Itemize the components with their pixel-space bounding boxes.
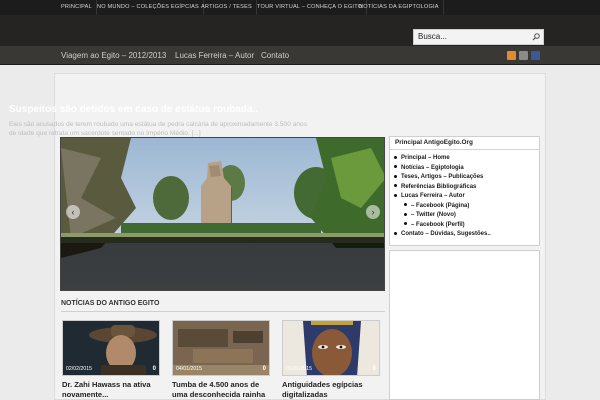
topnav-principal[interactable]: Principal (57, 0, 97, 15)
sidebar-item-contato[interactable]: Contato – Dúvidas, Sugestões.. (394, 231, 491, 237)
comment-count[interactable]: 0 (153, 366, 156, 372)
search-input[interactable]: Busca... (413, 29, 544, 45)
sidebar-item-label: Notícias – Egiptologia (401, 164, 464, 171)
featured-slider[interactable]: ‹ › (60, 137, 385, 291)
sidebar-item-facebook-pagina[interactable]: – Facebook (Página) (404, 203, 469, 209)
sidebar-item-principal[interactable]: Principal – Home (394, 155, 450, 161)
mainnav-viagem[interactable]: Viagem ao Egito – 2012/2013 (61, 46, 166, 65)
comment-count[interactable]: 0 (263, 366, 266, 372)
sidebar-item-label: Lucas Ferreira – Autor (401, 193, 465, 199)
sidebar-item-label: Teses, Artigos – Publicações (401, 174, 484, 180)
sidebar-item-facebook-perfil[interactable]: – Facebook (Perfil) (404, 222, 465, 228)
sidebar-item-referencias[interactable]: Referências Bibliográficas (394, 184, 476, 190)
news-card-image-3[interactable]: 06/01/2015 0 (282, 320, 380, 376)
slider-text: Eles são acusados de terem roubado uma e… (9, 121, 308, 137)
news-section-title: Notícias do Antigo Egito (61, 300, 160, 307)
mainnav-autor[interactable]: Lucas Ferreira – Autor (175, 46, 254, 65)
news-card-title-3[interactable]: Antiguidades egípcias digitalizadas (282, 380, 382, 400)
slider-title[interactable]: Suspeitos são detidos em caso de estátua… (9, 104, 319, 115)
topnav-artigos[interactable]: Artigos / Teses (197, 0, 257, 15)
sidebar-item-teses[interactable]: Teses, Artigos – Publicações (394, 174, 483, 180)
sidebar-item-label: Referências Bibliográficas (401, 183, 477, 190)
comment-count[interactable]: 0 (373, 366, 376, 372)
facebook-icon[interactable] (531, 51, 540, 60)
news-card-image-2[interactable]: 04/01/2015 0 (172, 320, 270, 376)
widget-title: Principal AntigoEgito.Org (395, 139, 473, 146)
sidebar-item-twitter[interactable]: – Twitter (Novo) (404, 212, 456, 218)
widget-divider (390, 149, 539, 150)
topnav-tour-virtual[interactable]: Tour Virtual – Conheça o Egito (253, 0, 368, 15)
email-icon[interactable] (519, 51, 528, 60)
mainnav-contato[interactable]: Contato (261, 46, 289, 65)
topnav-no-mundo[interactable]: No mundo – Coleções Egípcias (93, 0, 204, 15)
sidebar-item-label: Principal – Home (401, 155, 450, 161)
news-card-title-1[interactable]: Dr. Zahi Hawass na ativa novamente... (62, 380, 162, 400)
search-icon[interactable] (531, 32, 541, 42)
slider-caption (61, 237, 384, 290)
rss-icon[interactable] (507, 51, 516, 60)
slider-prev-button[interactable]: ‹ (66, 205, 80, 219)
card-date: 06/01/2015 (286, 366, 312, 372)
sidebar-item-autor[interactable]: Lucas Ferreira – Autor (394, 193, 465, 199)
sidebar-item-label: – Twitter (Novo) (411, 212, 456, 218)
card-date: 04/01/2015 (176, 366, 202, 372)
sidebar-item-noticias[interactable]: Notícias – Egiptologia (394, 165, 464, 171)
sidebar-item-label: – Facebook (Perfil) (411, 221, 465, 228)
sidebar-widget (389, 136, 540, 246)
section-divider (61, 311, 385, 312)
sidebar-item-label: – Facebook (Página) (411, 202, 470, 209)
topnav-noticias[interactable]: Notícias da Egiptologia (355, 0, 444, 15)
news-card-image-1[interactable]: 02/02/2015 0 (62, 320, 160, 376)
news-card-title-2[interactable]: Tumba de 4.500 anos de uma desconhecida … (172, 380, 272, 400)
sidebar-widget-empty (389, 250, 540, 400)
search-placeholder: Busca... (418, 32, 447, 41)
sidebar-item-label: Contato – Dúvidas, Sugestões.. (401, 231, 491, 237)
slider-next-button[interactable]: › (366, 205, 380, 219)
top-navigation: Principal No mundo – Coleções Egípcias A… (0, 0, 600, 15)
card-date: 02/02/2015 (66, 366, 92, 372)
